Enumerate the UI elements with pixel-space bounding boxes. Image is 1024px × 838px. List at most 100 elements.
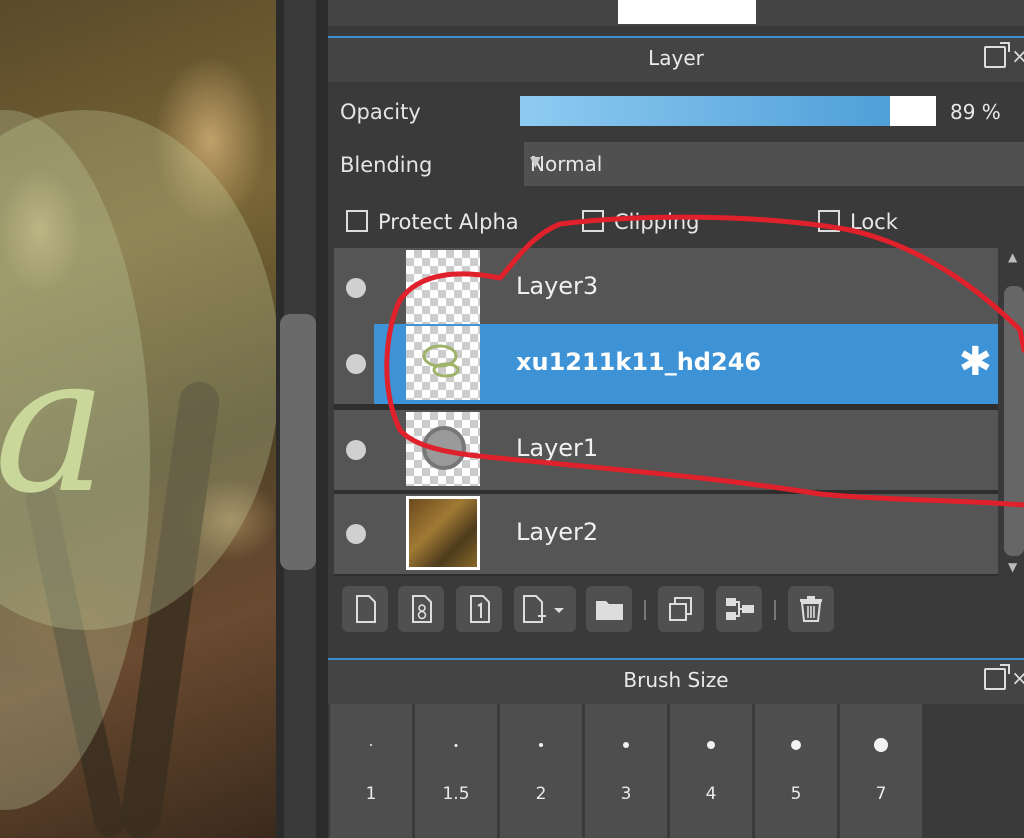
brush-size-label: 2 xyxy=(535,784,547,804)
brush-preview-dot xyxy=(623,742,629,748)
brush-size-cell[interactable] xyxy=(840,808,922,838)
layer-thumbnail-art xyxy=(422,344,460,378)
layer-row-selected[interactable]: xu1211k11_hd246 ✱ xyxy=(374,324,998,404)
merge-icon xyxy=(726,598,754,620)
new-1bit-layer-button[interactable] xyxy=(456,586,502,632)
opacity-slider-fill xyxy=(520,96,891,126)
brush-size-cell[interactable]: 7 xyxy=(840,704,922,808)
layer-row[interactable]: Layer2 xyxy=(334,494,998,574)
layer-list: Layer3 xu1211k11_hd246 ✱ Layer1 Layer2 xyxy=(334,248,998,576)
brush-size-cell[interactable] xyxy=(755,808,837,838)
brush-preview-dot xyxy=(874,738,888,752)
checkbox-box xyxy=(582,210,604,232)
close-icon[interactable]: × xyxy=(1011,44,1024,68)
canvas-lettering-artwork: a xyxy=(0,314,108,535)
layer-thumbnail xyxy=(406,412,480,486)
chevron-down-icon: ▼ xyxy=(530,154,541,170)
duplicate-icon xyxy=(669,597,692,621)
opacity-slider[interactable] xyxy=(520,96,936,126)
brush-preview-dot xyxy=(370,744,372,746)
trash-icon xyxy=(800,596,822,622)
brush-size-cell[interactable] xyxy=(330,808,412,838)
lock-label: Lock xyxy=(850,210,898,234)
duplicate-layer-button[interactable] xyxy=(658,586,704,632)
clipping-label: Clipping xyxy=(614,210,700,234)
folder-icon xyxy=(596,601,623,620)
popout-icon[interactable] xyxy=(984,42,1010,68)
navigator-preview[interactable] xyxy=(618,0,756,24)
layer-panel-title: Layer xyxy=(648,46,704,70)
brush-preview-dot xyxy=(539,743,543,747)
brush-size-cell[interactable]: 4 xyxy=(670,704,752,808)
layer-row[interactable]: Layer1 xyxy=(334,410,998,490)
brush-size-cell[interactable]: 5 xyxy=(755,704,837,808)
brush-size-cell[interactable] xyxy=(670,808,752,838)
brush-size-cell[interactable]: 1.5 xyxy=(415,704,497,808)
opacity-value: 89 % xyxy=(950,100,1001,124)
visibility-toggle-icon[interactable] xyxy=(346,278,366,298)
new-folder-button[interactable] xyxy=(586,586,632,632)
brush-size-label: 1.5 xyxy=(442,784,470,804)
brush-size-panel-header: Brush Size × xyxy=(328,658,1024,704)
layer-name: Layer3 xyxy=(516,272,599,300)
lock-checkbox[interactable]: Lock xyxy=(818,210,898,234)
brush-size-cell[interactable] xyxy=(415,808,497,838)
toolbar-divider xyxy=(644,600,646,620)
blending-label: Blending xyxy=(340,153,433,177)
layer-toolbar xyxy=(334,582,1024,638)
brush-size-label: 4 xyxy=(705,784,717,804)
layer-list-scrollbar[interactable]: ▲ ▼ xyxy=(1002,248,1024,576)
layer-row[interactable]: Layer3 xyxy=(334,248,998,328)
new-layer-icon xyxy=(356,595,376,623)
brush-size-label: 3 xyxy=(620,784,632,804)
popout-icon[interactable] xyxy=(984,664,1010,690)
brush-size-panel-title: Brush Size xyxy=(623,668,729,692)
layer-row-visibility-cell xyxy=(334,324,374,404)
brush-preview-dot xyxy=(791,740,801,750)
new-8bit-layer-button[interactable] xyxy=(398,586,444,632)
scroll-down-icon[interactable]: ▼ xyxy=(1008,560,1017,574)
brush-size-label: 7 xyxy=(875,784,887,804)
opacity-label: Opacity xyxy=(340,100,421,124)
merge-layer-button[interactable] xyxy=(716,586,762,632)
layer-name: Layer1 xyxy=(516,434,599,462)
toolbar-divider xyxy=(774,600,776,620)
gear-icon[interactable]: ✱ xyxy=(958,342,992,382)
brush-preview-dot xyxy=(454,744,458,747)
protect-alpha-checkbox[interactable]: Protect Alpha xyxy=(346,210,519,234)
brush-size-cell[interactable] xyxy=(585,808,667,838)
brush-size-cell[interactable] xyxy=(500,808,582,838)
layer-panel-header: Layer × xyxy=(328,36,1024,82)
protect-alpha-label: Protect Alpha xyxy=(378,210,519,234)
layer-thumbnail xyxy=(406,496,480,570)
visibility-toggle-icon[interactable] xyxy=(346,440,366,460)
blending-dropdown[interactable]: Normal ▼ xyxy=(524,142,1024,186)
scrollbar-thumb[interactable] xyxy=(1004,286,1024,556)
delete-layer-button[interactable] xyxy=(788,586,834,632)
brush-preview-dot xyxy=(707,741,715,749)
visibility-toggle-icon[interactable] xyxy=(346,354,366,374)
canvas-scrollbar-thumb[interactable] xyxy=(280,314,316,570)
1bit-layer-icon xyxy=(470,595,490,623)
checkbox-box xyxy=(818,210,840,232)
layer-thumbnail-art xyxy=(422,426,466,470)
close-icon[interactable]: × xyxy=(1011,666,1024,690)
add-layer-menu-button[interactable] xyxy=(514,586,576,632)
add-layer-icon xyxy=(523,595,564,623)
layer-name: Layer2 xyxy=(516,518,599,546)
brush-size-cell[interactable]: 3 xyxy=(585,704,667,808)
8bit-layer-icon xyxy=(412,595,432,623)
brush-grid-scrollbar[interactable] xyxy=(1004,704,1024,838)
brush-size-cell[interactable]: 2 xyxy=(500,704,582,808)
drawing-canvas[interactable]: a xyxy=(0,0,276,838)
brush-size-label: 5 xyxy=(790,784,802,804)
visibility-toggle-icon[interactable] xyxy=(346,524,366,544)
layer-thumbnail xyxy=(406,250,480,324)
checkbox-box xyxy=(346,210,368,232)
scroll-up-icon[interactable]: ▲ xyxy=(1008,250,1017,264)
clipping-checkbox[interactable]: Clipping xyxy=(582,210,699,234)
brush-size-label: 1 xyxy=(365,784,377,804)
new-layer-button[interactable] xyxy=(342,586,388,632)
layer-name: xu1211k11_hd246 xyxy=(516,348,762,376)
brush-size-cell[interactable]: 1 xyxy=(330,704,412,808)
